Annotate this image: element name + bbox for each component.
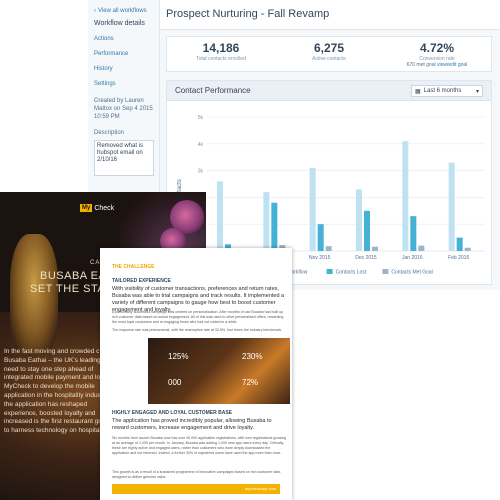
chart-bar xyxy=(263,192,270,251)
sidebar-title: Workflow details xyxy=(94,20,145,27)
legend-label: Contacts Lost xyxy=(336,270,367,276)
engaged-body-2: This growth is as a result of a sustaine… xyxy=(112,470,281,479)
calendar-icon: ▦ xyxy=(415,88,421,95)
chart-bar xyxy=(325,246,332,251)
x-tick-label: Dec 2015 xyxy=(355,255,377,261)
stat-active-value: 6,275 xyxy=(313,41,345,55)
chart-bar xyxy=(364,210,370,251)
y-tick-label: 3k xyxy=(198,169,204,175)
engaged-heading: HIGHLY ENGAGED AND LOYAL CUSTOMER BASE xyxy=(112,410,233,416)
tailored-heading: TAILORED EXPERIENCE xyxy=(112,278,171,284)
stat-conversion-sub: 670 met goal view/edit goal xyxy=(383,62,491,68)
x-tick-label: Feb 2016 xyxy=(448,255,469,261)
legend-label: Contacts Met Goal xyxy=(391,270,432,276)
chart-bar xyxy=(410,216,417,251)
mycheck-logo-text: Check xyxy=(94,204,115,212)
chart-bar xyxy=(372,246,378,251)
contact-performance-header: Contact Performance ▦ Last 6 months ▾ xyxy=(167,81,491,101)
y-tick-label: 5k xyxy=(198,115,204,121)
photo-stat-right-2: 72% xyxy=(242,378,259,387)
photo-stat-right: 230% xyxy=(242,352,263,361)
y-tick-label: 4k xyxy=(198,142,204,148)
photo-stat-left: 125% xyxy=(168,352,189,361)
chart-bar xyxy=(309,167,316,251)
sidebar-item-history[interactable]: History xyxy=(94,66,159,72)
x-tick-label: Jan 2016 xyxy=(402,255,423,261)
stat-conversion: 4.72% Conversion rate 670 met goal view/… xyxy=(383,37,491,71)
screenshot-collage: { "sidebar": { "back_link": "View all wo… xyxy=(0,0,500,500)
engaged-lead: The application has proved incredibly po… xyxy=(112,418,272,431)
stat-enrolled: 14,186 Total contacts enrolled xyxy=(167,37,275,71)
workflow-header: Prospect Nurturing - Fall Revamp xyxy=(160,0,500,30)
mycheck-logo-badge: My xyxy=(80,204,93,212)
met-goal-count: 670 met goal xyxy=(406,62,436,68)
footer-url: mycheckapp.com xyxy=(244,486,276,491)
stat-active-label: Active contacts xyxy=(312,56,346,62)
stat-enrolled-value: 14,186 xyxy=(202,41,240,55)
view-all-workflows-label: View all workflows xyxy=(98,8,147,14)
chart-bar xyxy=(464,247,471,251)
x-tick-label: Nov 2015 xyxy=(309,255,331,261)
tailored-body-2: The response rate was phenomenal, with t… xyxy=(112,328,283,332)
chart-bar xyxy=(356,189,362,251)
chart-bar xyxy=(418,245,425,251)
date-range-value: Last 6 months xyxy=(423,88,462,94)
tailored-body-1: A particularly successful campaign was c… xyxy=(112,310,284,324)
stat-conversion-value: 4.72% xyxy=(419,41,455,55)
case-study-page: THE CHALLENGE TAILORED EXPERIENCE With v… xyxy=(100,248,292,500)
sidebar-item-performance[interactable]: Performance xyxy=(94,51,159,57)
challenge-heading: THE CHALLENGE xyxy=(112,264,155,270)
description-field[interactable]: Removed what is hubspot email on 2/10/16 xyxy=(94,140,154,176)
sidebar-item-actions[interactable]: Actions xyxy=(94,36,159,42)
photo-stat-left-2: 000 xyxy=(168,378,182,387)
chart-bar xyxy=(402,141,409,251)
workflow-main: Prospect Nurturing - Fall Revamp 14,186 … xyxy=(160,0,500,290)
date-range-select[interactable]: ▦ Last 6 months ▾ xyxy=(411,85,483,97)
chart-bar xyxy=(456,237,463,251)
stats-panel: 14,186 Total contacts enrolled 6,275 Act… xyxy=(166,36,492,72)
description-label: Description xyxy=(94,130,125,136)
view-edit-goal-link[interactable]: view/edit goal xyxy=(437,62,467,68)
engaged-body-1: Six months from launch Busaba now has ov… xyxy=(112,436,286,455)
chart-bar xyxy=(448,162,455,251)
view-all-workflows-link[interactable]: ‹ View all workflows xyxy=(94,8,159,14)
stat-enrolled-label: Total contacts enrolled xyxy=(196,56,246,62)
chart-bar xyxy=(317,224,324,251)
restaurant-photo: 125% 230% 000 72% xyxy=(148,338,290,404)
stat-active: 6,275 Active contacts xyxy=(275,37,383,71)
legend-swatch xyxy=(382,269,389,274)
chevron-left-icon: ‹ xyxy=(94,8,96,14)
cover-body-text: In the fast moving and crowded c Busaba … xyxy=(4,348,112,435)
page-footer-bar: mycheckapp.com xyxy=(112,484,280,494)
chart-bar xyxy=(217,181,223,251)
created-meta: Created by Lauren Mattox on Sep 4 2015 1… xyxy=(94,98,153,120)
chart-bar xyxy=(271,202,278,251)
page-title: Prospect Nurturing - Fall Revamp xyxy=(166,8,330,20)
legend-swatch xyxy=(326,269,333,274)
mycheck-logo: My Check xyxy=(80,204,114,212)
sidebar-item-settings[interactable]: Settings xyxy=(94,81,159,87)
contact-performance-title: Contact Performance xyxy=(175,86,251,95)
chevron-down-icon: ▾ xyxy=(475,88,479,95)
